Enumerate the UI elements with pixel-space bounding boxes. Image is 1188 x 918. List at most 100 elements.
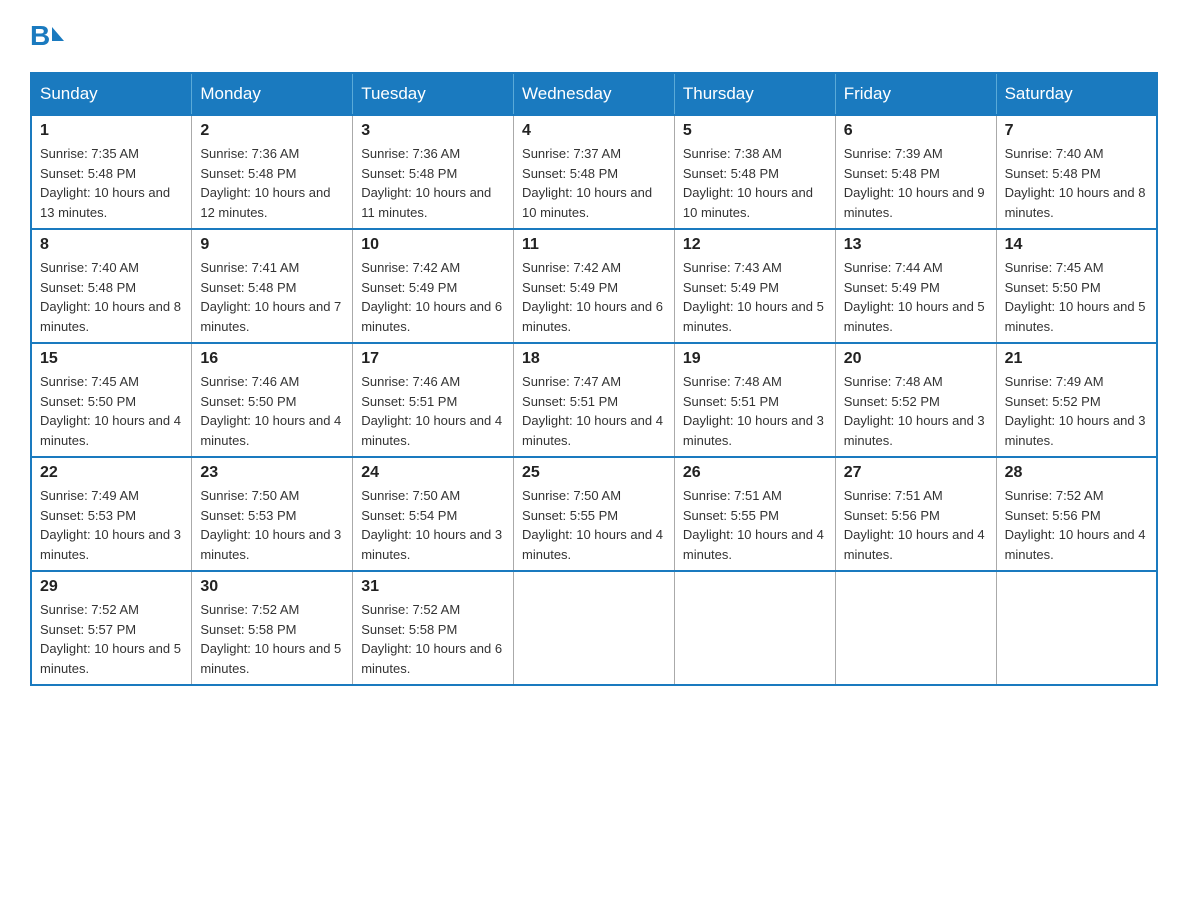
day-info: Sunrise: 7:52 AMSunset: 5:57 PMDaylight:… bbox=[40, 600, 183, 678]
calendar-cell: 23 Sunrise: 7:50 AMSunset: 5:53 PMDayligh… bbox=[192, 457, 353, 571]
day-info: Sunrise: 7:48 AMSunset: 5:51 PMDaylight:… bbox=[683, 372, 827, 450]
day-info: Sunrise: 7:45 AMSunset: 5:50 PMDaylight:… bbox=[40, 372, 183, 450]
calendar-cell: 4 Sunrise: 7:37 AMSunset: 5:48 PMDaylight… bbox=[514, 115, 675, 229]
day-number: 14 bbox=[1005, 236, 1148, 254]
day-info: Sunrise: 7:49 AMSunset: 5:52 PMDaylight:… bbox=[1005, 372, 1148, 450]
calendar-cell: 6Sunrise: 7:39 AMSunset: 5:48 PMDaylight… bbox=[835, 115, 996, 229]
logo-text: B bbox=[30, 20, 66, 52]
calendar-cell bbox=[835, 571, 996, 685]
day-info: Sunrise: 7:35 AMSunset: 5:48 PMDaylight:… bbox=[40, 144, 183, 222]
day-info: Sunrise: 7:37 AMSunset: 5:48 PMDaylight:… bbox=[522, 144, 666, 222]
day-number: 20 bbox=[844, 350, 988, 368]
day-info: Sunrise: 7:38 AMSunset: 5:48 PMDaylight:… bbox=[683, 144, 827, 222]
calendar-cell: 24 Sunrise: 7:50 AMSunset: 5:54 PMDayligh… bbox=[353, 457, 514, 571]
week-row-2: 8 Sunrise: 7:40 AMSunset: 5:48 PMDaylight… bbox=[31, 229, 1157, 343]
day-info: Sunrise: 7:44 AMSunset: 5:49 PMDaylight:… bbox=[844, 258, 988, 336]
day-info: Sunrise: 7:51 AMSunset: 5:56 PMDaylight:… bbox=[844, 486, 988, 564]
day-number: 8 bbox=[40, 236, 183, 254]
day-number: 7 bbox=[1005, 122, 1148, 140]
day-number: 10 bbox=[361, 236, 505, 254]
calendar-cell: 26 Sunrise: 7:51 AMSunset: 5:55 PMDayligh… bbox=[674, 457, 835, 571]
day-info: Sunrise: 7:50 AMSunset: 5:53 PMDaylight:… bbox=[200, 486, 344, 564]
day-number: 9 bbox=[200, 236, 344, 254]
day-info: Sunrise: 7:42 AMSunset: 5:49 PMDaylight:… bbox=[361, 258, 505, 336]
day-number: 25 bbox=[522, 464, 666, 482]
day-number: 3 bbox=[361, 122, 505, 140]
page-header: B bbox=[30, 20, 1158, 52]
day-info: Sunrise: 7:50 AMSunset: 5:55 PMDaylight:… bbox=[522, 486, 666, 564]
day-number: 15 bbox=[40, 350, 183, 368]
calendar-cell bbox=[674, 571, 835, 685]
day-info: Sunrise: 7:40 AMSunset: 5:48 PMDaylight:… bbox=[1005, 144, 1148, 222]
calendar-cell: 30Sunrise: 7:52 AMSunset: 5:58 PMDayligh… bbox=[192, 571, 353, 685]
day-number: 28 bbox=[1005, 464, 1148, 482]
calendar-cell: 25 Sunrise: 7:50 AMSunset: 5:55 PMDayligh… bbox=[514, 457, 675, 571]
calendar-cell: 13 Sunrise: 7:44 AMSunset: 5:49 PMDayligh… bbox=[835, 229, 996, 343]
day-number: 12 bbox=[683, 236, 827, 254]
calendar-cell: 18Sunrise: 7:47 AMSunset: 5:51 PMDayligh… bbox=[514, 343, 675, 457]
calendar-cell: 22 Sunrise: 7:49 AMSunset: 5:53 PMDayligh… bbox=[31, 457, 192, 571]
day-info: Sunrise: 7:42 AMSunset: 5:49 PMDaylight:… bbox=[522, 258, 666, 336]
day-header-friday: Friday bbox=[835, 73, 996, 115]
day-header-thursday: Thursday bbox=[674, 73, 835, 115]
calendar-header-row: SundayMondayTuesdayWednesdayThursdayFrid… bbox=[31, 73, 1157, 115]
calendar-cell: 12Sunrise: 7:43 AMSunset: 5:49 PMDayligh… bbox=[674, 229, 835, 343]
calendar-cell: 1Sunrise: 7:35 AMSunset: 5:48 PMDaylight… bbox=[31, 115, 192, 229]
day-number: 21 bbox=[1005, 350, 1148, 368]
day-info: Sunrise: 7:40 AMSunset: 5:48 PMDaylight:… bbox=[40, 258, 183, 336]
day-header-tuesday: Tuesday bbox=[353, 73, 514, 115]
calendar-cell: 14Sunrise: 7:45 AMSunset: 5:50 PMDayligh… bbox=[996, 229, 1157, 343]
day-info: Sunrise: 7:39 AMSunset: 5:48 PMDaylight:… bbox=[844, 144, 988, 222]
day-info: Sunrise: 7:49 AMSunset: 5:53 PMDaylight:… bbox=[40, 486, 183, 564]
day-number: 16 bbox=[200, 350, 344, 368]
calendar-cell: 28 Sunrise: 7:52 AMSunset: 5:56 PMDayligh… bbox=[996, 457, 1157, 571]
calendar-cell: 7 Sunrise: 7:40 AMSunset: 5:48 PMDaylight… bbox=[996, 115, 1157, 229]
week-row-3: 15 Sunrise: 7:45 AMSunset: 5:50 PMDayligh… bbox=[31, 343, 1157, 457]
calendar-cell: 15 Sunrise: 7:45 AMSunset: 5:50 PMDayligh… bbox=[31, 343, 192, 457]
calendar-cell: 3Sunrise: 7:36 AMSunset: 5:48 PMDaylight… bbox=[353, 115, 514, 229]
day-number: 5 bbox=[683, 122, 827, 140]
logo-b: B bbox=[30, 20, 50, 52]
day-number: 29 bbox=[40, 578, 183, 596]
calendar-cell: 20 Sunrise: 7:48 AMSunset: 5:52 PMDayligh… bbox=[835, 343, 996, 457]
day-number: 27 bbox=[844, 464, 988, 482]
day-info: Sunrise: 7:46 AMSunset: 5:50 PMDaylight:… bbox=[200, 372, 344, 450]
day-number: 18 bbox=[522, 350, 666, 368]
calendar-cell: 11Sunrise: 7:42 AMSunset: 5:49 PMDayligh… bbox=[514, 229, 675, 343]
day-info: Sunrise: 7:50 AMSunset: 5:54 PMDaylight:… bbox=[361, 486, 505, 564]
day-header-monday: Monday bbox=[192, 73, 353, 115]
calendar-cell: 16 Sunrise: 7:46 AMSunset: 5:50 PMDayligh… bbox=[192, 343, 353, 457]
logo: B bbox=[30, 20, 66, 52]
day-info: Sunrise: 7:52 AMSunset: 5:58 PMDaylight:… bbox=[361, 600, 505, 678]
day-header-saturday: Saturday bbox=[996, 73, 1157, 115]
calendar-cell: 21 Sunrise: 7:49 AMSunset: 5:52 PMDayligh… bbox=[996, 343, 1157, 457]
day-info: Sunrise: 7:36 AMSunset: 5:48 PMDaylight:… bbox=[200, 144, 344, 222]
day-header-sunday: Sunday bbox=[31, 73, 192, 115]
day-number: 26 bbox=[683, 464, 827, 482]
day-number: 24 bbox=[361, 464, 505, 482]
day-number: 30 bbox=[200, 578, 344, 596]
day-header-wednesday: Wednesday bbox=[514, 73, 675, 115]
day-info: Sunrise: 7:41 AMSunset: 5:48 PMDaylight:… bbox=[200, 258, 344, 336]
day-number: 19 bbox=[683, 350, 827, 368]
calendar-cell: 29 Sunrise: 7:52 AMSunset: 5:57 PMDayligh… bbox=[31, 571, 192, 685]
day-number: 22 bbox=[40, 464, 183, 482]
day-number: 17 bbox=[361, 350, 505, 368]
day-number: 4 bbox=[522, 122, 666, 140]
day-info: Sunrise: 7:52 AMSunset: 5:56 PMDaylight:… bbox=[1005, 486, 1148, 564]
week-row-4: 22 Sunrise: 7:49 AMSunset: 5:53 PMDayligh… bbox=[31, 457, 1157, 571]
week-row-1: 1Sunrise: 7:35 AMSunset: 5:48 PMDaylight… bbox=[31, 115, 1157, 229]
day-number: 13 bbox=[844, 236, 988, 254]
day-number: 23 bbox=[200, 464, 344, 482]
calendar-cell bbox=[514, 571, 675, 685]
day-info: Sunrise: 7:48 AMSunset: 5:52 PMDaylight:… bbox=[844, 372, 988, 450]
calendar-cell: 2Sunrise: 7:36 AMSunset: 5:48 PMDaylight… bbox=[192, 115, 353, 229]
calendar-table: SundayMondayTuesdayWednesdayThursdayFrid… bbox=[30, 72, 1158, 686]
day-number: 31 bbox=[361, 578, 505, 596]
calendar-cell: 10 Sunrise: 7:42 AMSunset: 5:49 PMDayligh… bbox=[353, 229, 514, 343]
day-info: Sunrise: 7:51 AMSunset: 5:55 PMDaylight:… bbox=[683, 486, 827, 564]
calendar-cell: 8 Sunrise: 7:40 AMSunset: 5:48 PMDaylight… bbox=[31, 229, 192, 343]
calendar-cell: 27 Sunrise: 7:51 AMSunset: 5:56 PMDayligh… bbox=[835, 457, 996, 571]
calendar-cell bbox=[996, 571, 1157, 685]
calendar-cell: 17Sunrise: 7:46 AMSunset: 5:51 PMDayligh… bbox=[353, 343, 514, 457]
